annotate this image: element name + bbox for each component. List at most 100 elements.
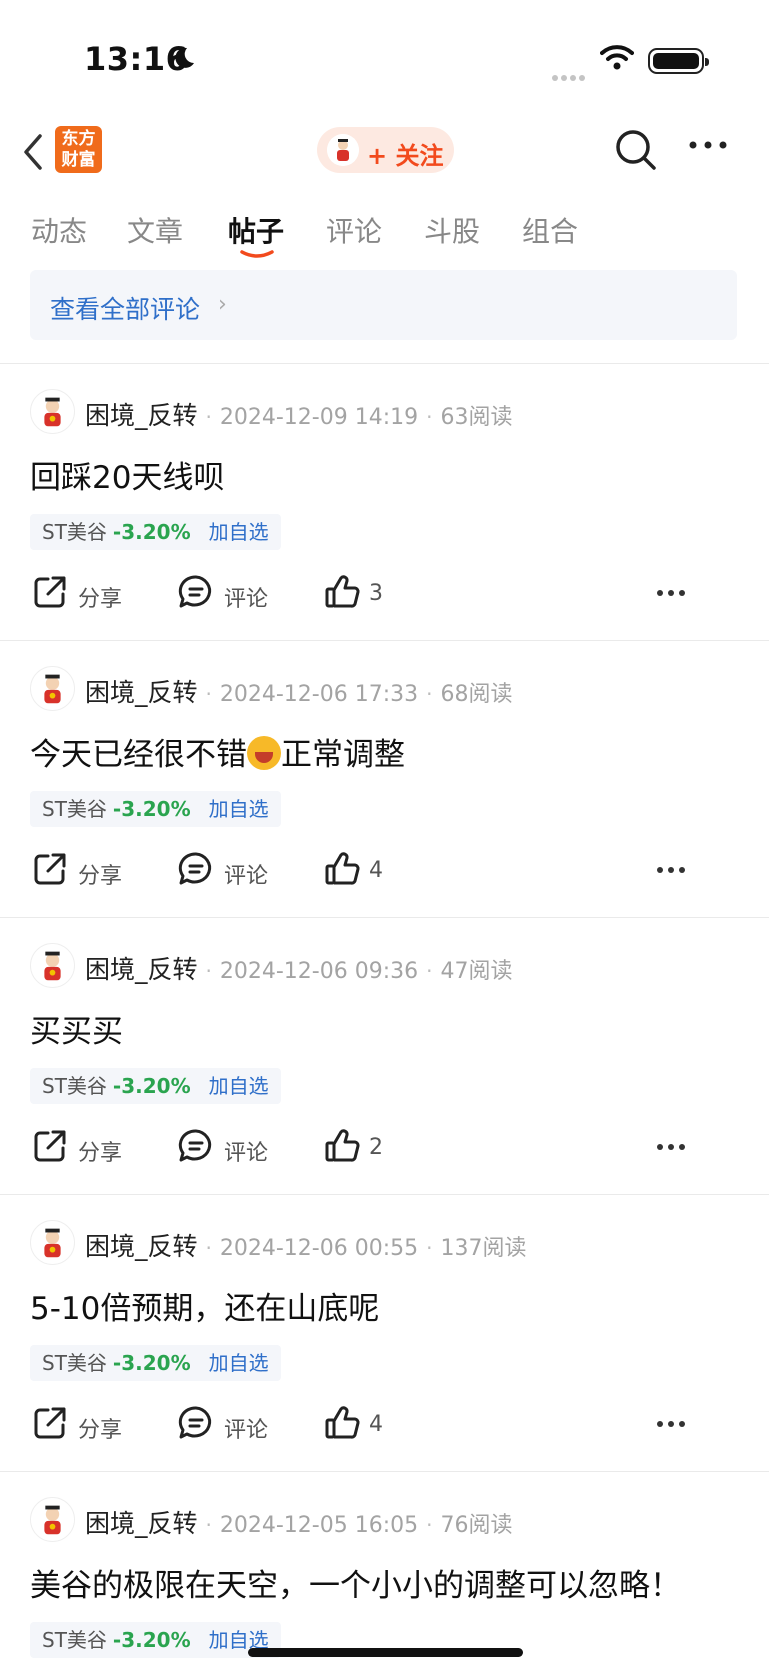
post-meta: 困境_反转 · 2024-12-09 14:19 · 63阅读	[85, 401, 513, 430]
user-avatar	[327, 134, 359, 166]
stock-change: -3.20%	[112, 1074, 191, 1098]
stock-tag[interactable]: ST美谷 -3.20% 加自选	[30, 1345, 281, 1381]
post-title[interactable]: 今天已经很不错 正常调整	[30, 729, 405, 774]
author-name[interactable]: 困境_反转	[85, 1509, 198, 1538]
post-more-icon[interactable]	[656, 865, 686, 875]
post-meta: 困境_反转 · 2024-12-06 17:33 · 68阅读	[85, 678, 513, 707]
author-name[interactable]: 困境_反转	[85, 401, 198, 430]
post-date: 2024-12-06 09:36	[219, 959, 419, 984]
share-label: 分享	[78, 1418, 123, 1443]
stock-tag[interactable]: ST美谷 -3.20% 加自选	[30, 1622, 281, 1658]
signal-icon	[552, 66, 588, 85]
author-avatar[interactable]	[30, 666, 75, 711]
author-avatar[interactable]	[30, 1220, 75, 1265]
share-label: 分享	[78, 864, 123, 889]
like-count: 4	[369, 858, 383, 883]
author-avatar[interactable]	[30, 943, 75, 988]
home-indicator	[248, 1648, 523, 1657]
tab-portfolio[interactable]: 组合	[522, 210, 578, 250]
post-title[interactable]: 回踩20天线呗	[30, 452, 224, 497]
post-title-text: 美谷的极限在天空，一个小小的调整可以忽略！	[30, 1568, 681, 1604]
post-meta: 困境_反转 · 2024-12-06 09:36 · 47阅读	[85, 955, 513, 984]
stock-tag[interactable]: ST美谷 -3.20% 加自选	[30, 514, 281, 550]
author-avatar[interactable]	[30, 389, 75, 434]
follow-button[interactable]: + 关注	[317, 127, 454, 173]
view-all-comments-link[interactable]: 查看全部评论	[50, 290, 200, 326]
laughing-emoji-icon	[247, 736, 281, 770]
stock-name: ST美谷	[42, 520, 107, 544]
like-count: 2	[369, 1135, 383, 1160]
post-title[interactable]: 买买买	[30, 1006, 123, 1051]
nav-bar: 东方 财富 + 关注	[0, 118, 769, 184]
like-count: 4	[369, 1412, 383, 1437]
stock-change: -3.20%	[112, 1351, 191, 1375]
post-title[interactable]: 美谷的极限在天空，一个小小的调整可以忽略！	[30, 1560, 681, 1605]
share-icon	[34, 853, 66, 885]
moon-icon	[175, 47, 194, 68]
comment-icon	[178, 575, 212, 608]
view-all-comments-banner[interactable]: 查看全部评论 ›	[30, 270, 737, 340]
stock-name: ST美谷	[42, 1074, 107, 1098]
tab-stock-battle[interactable]: 斗股	[424, 210, 480, 250]
logo-line2: 财富	[61, 150, 96, 170]
tab-articles[interactable]: 文章	[127, 210, 183, 250]
read-count: 68阅读	[440, 682, 513, 707]
comment-icon	[178, 852, 212, 885]
thumbs-up-icon	[325, 1406, 360, 1439]
post-title-text: 买买买	[30, 1014, 123, 1050]
app-logo: 东方 财富	[55, 126, 102, 173]
read-count: 47阅读	[440, 959, 513, 984]
chevron-right-icon: ›	[218, 292, 227, 317]
post-title-text: 今天已经很不错	[30, 737, 247, 773]
add-watchlist-button[interactable]: 加自选	[209, 1074, 269, 1098]
search-icon[interactable]	[614, 128, 658, 172]
stock-tag[interactable]: ST美谷 -3.20% 加自选	[30, 1068, 281, 1104]
add-watchlist-button[interactable]: 加自选	[209, 797, 269, 821]
read-count: 63阅读	[440, 405, 513, 430]
post-item[interactable]: 困境_反转 · 2024-12-09 14:19 · 63阅读 回踩20天线呗 ST美谷…	[0, 364, 769, 641]
read-count: 76阅读	[440, 1513, 513, 1538]
status-bar: 13:16	[0, 0, 769, 110]
post-title-text: 5-10倍预期，还在山底呢	[30, 1291, 380, 1327]
like-count: 3	[369, 581, 383, 606]
post-date: 2024-12-06 00:55	[219, 1236, 419, 1261]
post-title[interactable]: 5-10倍预期，还在山底呢	[30, 1283, 379, 1328]
stock-tag[interactable]: ST美谷 -3.20% 加自选	[30, 791, 281, 827]
author-name[interactable]: 困境_反转	[85, 955, 198, 984]
author-name[interactable]: 困境_反转	[85, 678, 198, 707]
post-date: 2024-12-06 17:33	[219, 682, 419, 707]
read-count: 137阅读	[440, 1236, 527, 1261]
logo-line1: 东方	[61, 129, 96, 149]
more-icon[interactable]	[688, 140, 728, 150]
add-watchlist-button[interactable]: 加自选	[209, 1351, 269, 1375]
thumbs-up-icon	[325, 1129, 360, 1162]
tab-posts[interactable]: 帖子	[228, 210, 284, 250]
share-icon	[34, 576, 66, 608]
tab-comments[interactable]: 评论	[326, 210, 382, 250]
back-arrow-icon[interactable]	[20, 132, 44, 172]
post-title-text-after: 正常调整	[281, 737, 405, 773]
post-item[interactable]: 困境_反转 · 2024-12-06 17:33 · 68阅读 今天已经很不错 正常调整 …	[0, 641, 769, 918]
share-icon	[34, 1130, 66, 1162]
post-more-icon[interactable]	[656, 1142, 686, 1152]
post-more-icon[interactable]	[656, 1419, 686, 1429]
author-name[interactable]: 困境_反转	[85, 1232, 198, 1261]
thumbs-up-icon	[325, 852, 360, 885]
author-avatar[interactable]	[30, 1497, 75, 1542]
comment-label: 评论	[224, 1418, 269, 1443]
tab-dynamics[interactable]: 动态	[31, 210, 87, 250]
post-item[interactable]: 困境_反转 · 2024-12-06 00:55 · 137阅读 5-10倍预期，还在山…	[0, 1195, 769, 1472]
share-icon	[34, 1407, 66, 1439]
comment-icon	[178, 1406, 212, 1439]
stock-change: -3.20%	[112, 520, 191, 544]
post-date: 2024-12-09 14:19	[219, 405, 419, 430]
stock-change: -3.20%	[112, 797, 191, 821]
thumbs-up-icon	[325, 575, 360, 608]
post-item[interactable]: 困境_反转 · 2024-12-06 09:36 · 47阅读 买买买 ST美谷 -3.2…	[0, 918, 769, 1195]
post-more-icon[interactable]	[656, 588, 686, 598]
post-item[interactable]: 困境_反转 · 2024-12-05 16:05 · 76阅读 美谷的极限在天空，一个小…	[0, 1472, 769, 1670]
post-title-text: 回踩20天线呗	[30, 460, 225, 496]
battery-icon	[648, 48, 709, 74]
add-watchlist-button[interactable]: 加自选	[209, 520, 269, 544]
comment-label: 评论	[224, 587, 269, 612]
